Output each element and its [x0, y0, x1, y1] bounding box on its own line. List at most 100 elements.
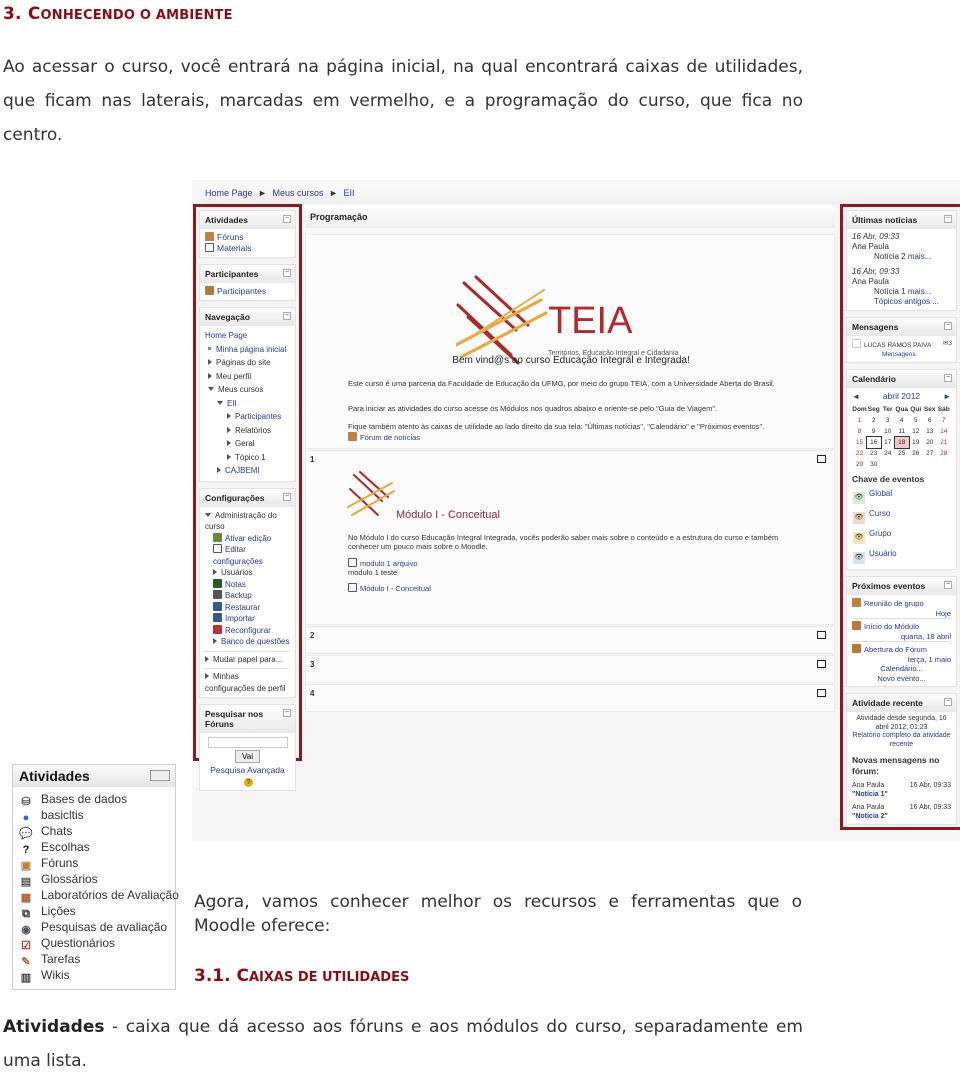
calendar-day[interactable]: 20 — [923, 437, 937, 448]
nav-course[interactable]: EII — [227, 399, 237, 408]
link-materiais[interactable]: Materiais — [217, 243, 251, 253]
calendar-day[interactable]: 10 — [881, 426, 895, 437]
link-ativar-edicao[interactable]: Ativar edição — [225, 534, 271, 543]
calendar-day[interactable]: 16 — [865, 436, 882, 449]
calendar-link[interactable]: Calendário... — [852, 664, 951, 674]
activity-item[interactable]: ▦ Laboratórios de Avaliação — [19, 887, 179, 904]
activity-item[interactable]: ● basicltis — [19, 807, 169, 824]
messages-link[interactable]: Mensagens — [852, 350, 951, 359]
nav-my-courses[interactable]: Meus cursos — [218, 385, 263, 394]
breadcrumb-my-courses[interactable]: Meus cursos — [272, 188, 323, 198]
event-key-label[interactable]: Grupo — [869, 529, 891, 538]
activity-item[interactable]: ▥ Wikis — [19, 967, 169, 984]
collapse-icon[interactable]: − — [944, 322, 952, 330]
section-focus-toggle[interactable] — [817, 455, 826, 463]
news-forum-link[interactable]: Fórum de notícias — [360, 433, 420, 442]
collapse-icon[interactable]: − — [283, 492, 291, 501]
eye-icon[interactable]: 👁 — [853, 532, 865, 544]
eye-icon[interactable]: 👁 — [853, 552, 865, 564]
eye-icon[interactable]: 👁 — [853, 512, 865, 524]
calendar-day[interactable]: 4 — [895, 415, 909, 426]
section-focus-toggle[interactable] — [817, 631, 826, 639]
nav-reports[interactable]: Relatórios — [235, 426, 271, 435]
event-link[interactable]: Abertura do Fórum — [864, 645, 927, 654]
calendar-day[interactable]: 14 — [937, 426, 951, 437]
link-importar[interactable]: Importar — [225, 614, 255, 623]
calendar-month[interactable]: abril 2012 — [883, 391, 920, 402]
section-focus-toggle[interactable] — [817, 689, 826, 697]
calendar-day[interactable]: 9 — [867, 426, 881, 437]
calendar-day[interactable]: 15 — [852, 437, 866, 448]
calendar-day[interactable]: 22 — [852, 448, 866, 459]
calendar-day[interactable]: 21 — [937, 437, 951, 448]
resource-link[interactable]: Módulo I - Conceitual — [360, 584, 431, 593]
collapse-icon[interactable]: − — [944, 581, 952, 589]
course-admin[interactable]: Administração do curso — [205, 511, 277, 532]
calendar-day[interactable]: 28 — [937, 448, 951, 459]
link-participantes[interactable]: Participantes — [217, 286, 266, 296]
event-key-3[interactable]: 👁 Usuário — [853, 548, 905, 564]
link-foruns[interactable]: Fóruns — [217, 232, 243, 242]
forum-search-input[interactable] — [207, 737, 288, 748]
activity-item[interactable]: ☑ Questionários — [19, 935, 169, 952]
resource-link[interactable]: modulo 1 arquivo — [360, 559, 418, 568]
nav-topic-1[interactable]: Tópico 1 — [235, 453, 266, 462]
collapse-icon[interactable]: − — [283, 215, 291, 223]
message-count[interactable]: 3 — [948, 340, 952, 347]
collapse-icon[interactable]: − — [944, 374, 952, 382]
activity-item[interactable]: ? Escolhas — [19, 839, 169, 856]
calendar-day[interactable]: 18 — [893, 436, 910, 449]
event-link[interactable]: Início do Módulo — [864, 622, 919, 631]
full-report-link[interactable]: Relatório completo da atividade recente — [852, 732, 951, 749]
my-profile-settings[interactable]: Minhas configurações de perfil — [205, 672, 286, 693]
event-key-2[interactable]: 👁 Grupo — [853, 528, 905, 544]
event-date[interactable]: terça, 1 maio — [852, 655, 951, 665]
nav-profile[interactable]: Meu perfil — [216, 372, 251, 381]
calendar-day[interactable]: 11 — [895, 426, 909, 437]
link-restaurar[interactable]: Restaurar — [225, 603, 260, 612]
calendar-day[interactable]: 12 — [909, 426, 923, 437]
event-key-1[interactable]: 👁 Curso — [853, 508, 905, 524]
link-notas[interactable]: Notas — [225, 580, 246, 589]
section-focus-toggle[interactable] — [817, 660, 826, 668]
search-go-button[interactable]: Vai — [235, 750, 260, 763]
collapse-icon[interactable]: − — [944, 698, 952, 706]
calendar-day[interactable]: 13 — [923, 426, 937, 437]
nav-participants[interactable]: Participantes — [235, 412, 281, 421]
calendar-day[interactable]: 26 — [909, 448, 923, 459]
news-more-link[interactable]: mais... — [908, 287, 932, 296]
breadcrumb-course[interactable]: EII — [343, 188, 354, 198]
message-user[interactable]: LUCAS RAMOS PAIVA — [864, 342, 931, 349]
event-link[interactable]: Reunião de grupo — [864, 599, 924, 608]
prev-month-icon[interactable]: ◄ — [852, 391, 860, 402]
calendar-day[interactable]: 17 — [881, 437, 895, 448]
activity-item[interactable]: ◉ Pesquisas de avaliação — [19, 919, 169, 936]
nav-site-pages[interactable]: Páginas do site — [216, 358, 271, 367]
activity-item[interactable]: ✎ Tarefas — [19, 951, 169, 968]
link-banco-questoes[interactable]: Banco de questões — [221, 637, 290, 646]
nav-my-home[interactable]: Minha página inicial — [216, 345, 286, 354]
nav-home[interactable]: Home Page — [205, 329, 290, 343]
calendar-day[interactable]: 24 — [881, 448, 895, 459]
calendar-day[interactable]: 25 — [895, 448, 909, 459]
switch-role[interactable]: Mudar papel para... — [213, 655, 282, 664]
nav-cajbemi[interactable]: CAJBEMI — [225, 466, 260, 475]
activity-item[interactable]: ▤ Glossários — [19, 871, 169, 888]
collapse-icon[interactable]: − — [283, 269, 291, 277]
link-usuarios[interactable]: Usuários — [221, 568, 253, 577]
post-link[interactable]: "Notícia 2" — [852, 813, 951, 822]
calendar-day[interactable]: 30 — [867, 459, 881, 470]
event-key-label[interactable]: Curso — [869, 509, 890, 518]
activity-item[interactable]: ⛁ Bases de dados — [19, 791, 169, 808]
link-backup[interactable]: Backup — [225, 591, 252, 600]
eye-icon[interactable]: 👁 — [853, 492, 865, 504]
calendar-day[interactable]: 23 — [867, 448, 881, 459]
calendar-day[interactable]: 8 — [852, 426, 866, 437]
advanced-search-link[interactable]: Pesquisa Avançada — [210, 765, 285, 775]
calendar-day[interactable]: 27 — [923, 448, 937, 459]
calendar-day[interactable]: 1 — [852, 415, 866, 426]
calendar-day[interactable]: 2 — [867, 415, 881, 426]
calendar-day[interactable]: 7 — [937, 415, 951, 426]
event-date[interactable]: quarta, 18 abril — [852, 632, 951, 642]
calendar-day[interactable]: 5 — [909, 415, 923, 426]
